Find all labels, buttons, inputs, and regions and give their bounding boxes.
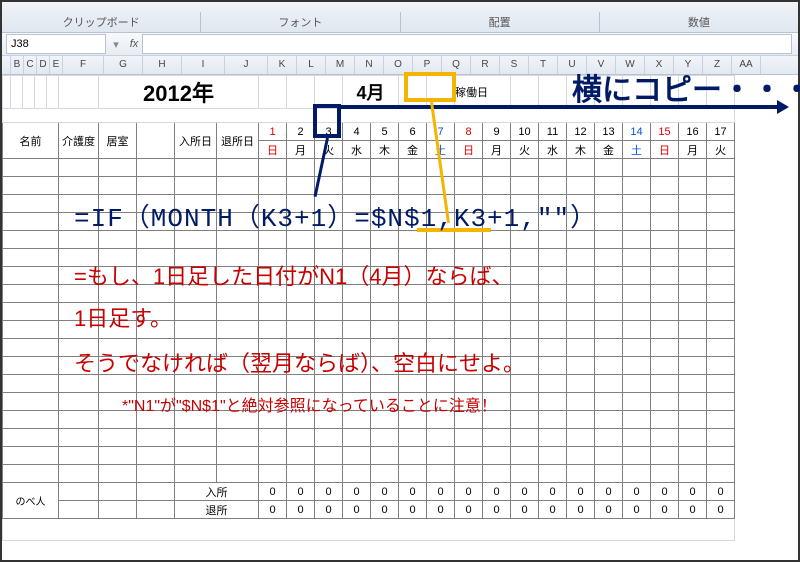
annotation-desc-2: 1日足す。 [74, 302, 172, 335]
row-out-label: 退所 [175, 501, 259, 519]
formula-bar-input[interactable] [142, 34, 792, 54]
annotation-copy-text: 横にコピー・・・ [572, 65, 800, 109]
hdr-name: 名前 [3, 123, 59, 159]
row-in-label: 入所 [175, 483, 259, 501]
ribbon-groups: クリップボード フォント 配置 数値 [2, 2, 798, 33]
annotation-note: *"N1"が"$N$1"と絶対参照になっていることに注意！ [122, 392, 497, 416]
ribbon-group-font: フォント [201, 14, 399, 32]
kadou-label: 稼働日 [455, 76, 511, 109]
nobe-label: のべ人 [3, 483, 59, 519]
name-box[interactable]: J38 [6, 34, 106, 54]
ribbon-group-align: 配置 [401, 14, 599, 32]
fx-icon[interactable]: fx [126, 38, 142, 50]
ribbon-group-clipboard: クリップボード [2, 14, 200, 32]
hdr-out: 退所日 [217, 123, 259, 159]
namebox-dropdown-icon[interactable]: ▾ [106, 38, 126, 51]
annotation-cell-highlight [313, 104, 341, 138]
month-cell: 4月 [343, 76, 399, 109]
annotation-formula: =IF（MONTH（K3+1）=$N$1,K3+1,""） [74, 197, 597, 234]
hdr-care: 介護度 [59, 123, 99, 159]
annotation-desc-1: =もし、1日足した日付がN1（4月）ならば、 [74, 260, 513, 293]
year-title: 2012年 [99, 76, 259, 109]
worksheet[interactable]: BC DE FG HI J KL MN OP QR ST UV WX YZ AA… [2, 56, 798, 541]
annotation-desc-3: そうでなければ（翌月ならば）、空白にせよ。 [74, 347, 525, 380]
ribbon-group-number: 数値 [600, 14, 798, 32]
hdr-unit: 居室 [99, 123, 137, 159]
annotation-month-highlight [404, 72, 456, 102]
hdr-in: 入所日 [175, 123, 217, 159]
